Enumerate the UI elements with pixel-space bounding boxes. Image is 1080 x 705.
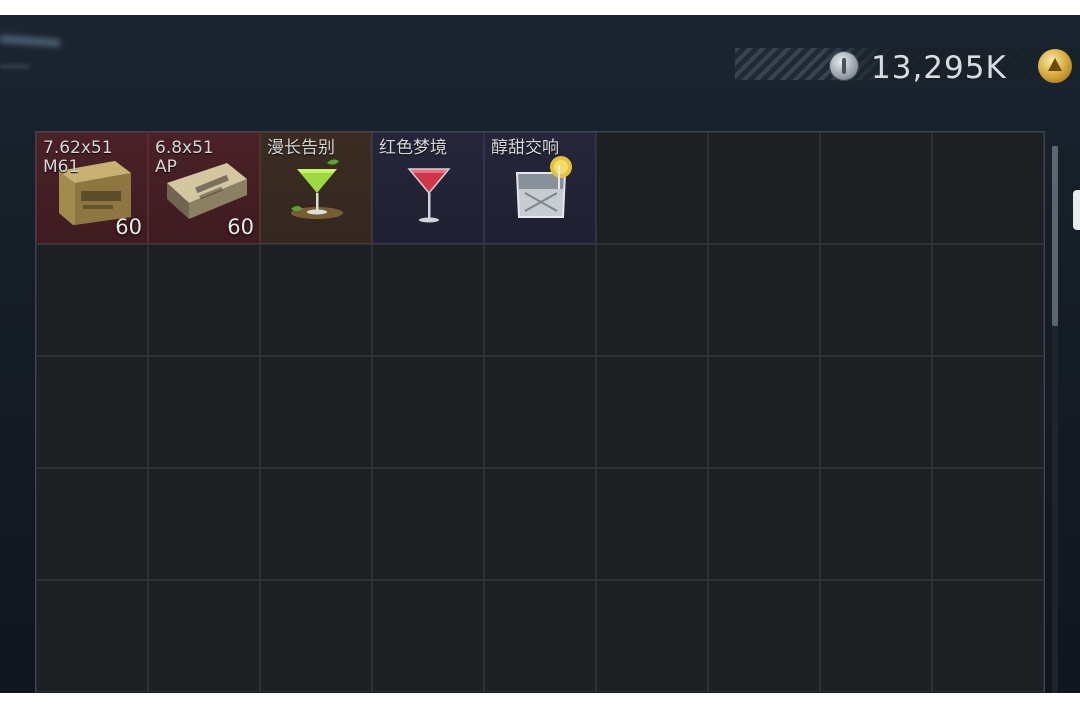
inventory-item-ammo-762[interactable]: 7.62x51 M61 60 xyxy=(36,132,148,244)
inventory-slot-empty[interactable] xyxy=(372,468,484,580)
inventory-slot-empty[interactable] xyxy=(932,356,1044,468)
inventory-item-sweet-symphony[interactable]: 醇甜交响 xyxy=(484,132,596,244)
item-count: 60 xyxy=(227,215,254,239)
inventory-slot-empty[interactable] xyxy=(148,356,260,468)
inventory-slot-empty[interactable] xyxy=(148,468,260,580)
inventory-slot-empty[interactable] xyxy=(36,356,148,468)
inventory-slot-empty[interactable] xyxy=(36,244,148,356)
gold-coin-icon[interactable] xyxy=(1038,49,1072,83)
inventory-slot-empty[interactable] xyxy=(932,132,1044,244)
inventory-slot-empty[interactable] xyxy=(596,132,708,244)
item-name: 6.8x51 AP xyxy=(155,138,214,177)
inventory-slot-empty[interactable] xyxy=(708,580,820,692)
inventory-slot-empty[interactable] xyxy=(260,580,372,692)
coin-amount: 13,295K xyxy=(871,50,1007,86)
inventory-slot-empty[interactable] xyxy=(596,244,708,356)
inventory-slot-empty[interactable] xyxy=(596,356,708,468)
inventory-item-red-dream[interactable]: 红色梦境 xyxy=(372,132,484,244)
inventory-slot-empty[interactable] xyxy=(260,244,372,356)
background-light-streak xyxy=(0,65,30,68)
item-name: 醇甜交响 xyxy=(491,138,559,158)
inventory-slot-empty[interactable] xyxy=(932,468,1044,580)
silver-coin-icon xyxy=(829,51,859,81)
inventory-item-ammo-68[interactable]: 6.8x51 AP 60 xyxy=(148,132,260,244)
inventory-slot-empty[interactable] xyxy=(596,580,708,692)
item-count: 60 xyxy=(115,215,142,239)
inventory-item-long-goodbye[interactable]: 漫长告别 xyxy=(260,132,372,244)
inventory-slot-empty[interactable] xyxy=(36,468,148,580)
background-light-streak xyxy=(0,34,61,48)
inventory-slot-empty[interactable] xyxy=(372,244,484,356)
inventory-slot-empty[interactable] xyxy=(260,356,372,468)
inventory-slot-empty[interactable] xyxy=(484,468,596,580)
inventory-slot-empty[interactable] xyxy=(820,468,932,580)
inventory-slot-empty[interactable] xyxy=(820,356,932,468)
side-panel-edge xyxy=(1073,190,1080,230)
inventory-slot-empty[interactable] xyxy=(820,132,932,244)
item-name: 7.62x51 M61 xyxy=(43,138,113,177)
inventory-slot-empty[interactable] xyxy=(484,356,596,468)
inventory-slot-empty[interactable] xyxy=(148,580,260,692)
inventory-slot-empty[interactable] xyxy=(484,244,596,356)
scrollbar-thumb[interactable] xyxy=(1052,146,1058,326)
inventory-slot-empty[interactable] xyxy=(820,244,932,356)
inventory-slot-empty[interactable] xyxy=(708,356,820,468)
inventory-slot-empty[interactable] xyxy=(260,468,372,580)
inventory-slot-empty[interactable] xyxy=(148,244,260,356)
game-screen: 13,295K 7.62x51 M61 60 6.8x51 AP 60 漫长告别… xyxy=(0,15,1080,693)
inventory-slot-empty[interactable] xyxy=(708,244,820,356)
inventory-slot-empty[interactable] xyxy=(820,580,932,692)
inventory-panel: 7.62x51 M61 60 6.8x51 AP 60 漫长告别 红色梦境 醇甜… xyxy=(35,131,1045,693)
inventory-slot-empty[interactable] xyxy=(708,468,820,580)
item-name: 漫长告别 xyxy=(267,138,335,158)
item-name: 红色梦境 xyxy=(379,138,447,158)
inventory-slot-empty[interactable] xyxy=(372,356,484,468)
inventory-slot-empty[interactable] xyxy=(932,244,1044,356)
inventory-slot-empty[interactable] xyxy=(708,132,820,244)
inventory-slot-empty[interactable] xyxy=(372,580,484,692)
inventory-slot-empty[interactable] xyxy=(596,468,708,580)
inventory-slot-empty[interactable] xyxy=(484,580,596,692)
inventory-slot-empty[interactable] xyxy=(932,580,1044,692)
inventory-grid: 7.62x51 M61 60 6.8x51 AP 60 漫长告别 红色梦境 醇甜… xyxy=(36,132,1044,692)
inventory-slot-empty[interactable] xyxy=(36,580,148,692)
